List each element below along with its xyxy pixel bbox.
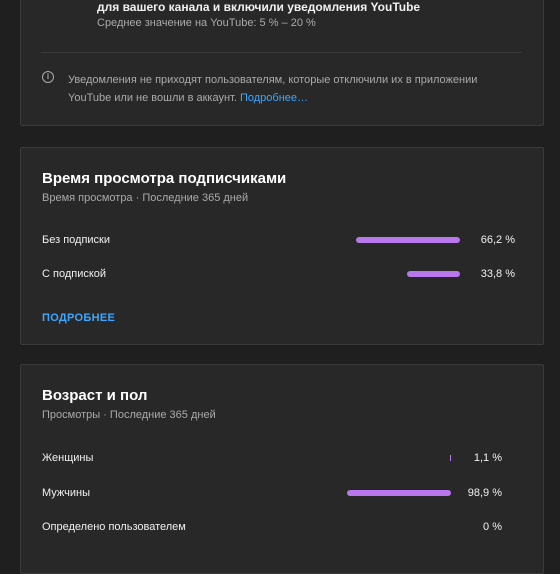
- value-female: 1,1 %: [473, 452, 502, 464]
- bar-subscribed: [407, 271, 460, 277]
- row-label-male: Мужчины: [42, 487, 91, 499]
- see-more-button[interactable]: ПОДРОБНЕЕ: [42, 312, 115, 324]
- card-subtitle: Просмотры · Последние 365 дней: [42, 409, 216, 421]
- age-gender-card: Возраст и пол Просмотры · Последние 365 …: [20, 364, 544, 574]
- row-label-female: Женщины: [42, 452, 94, 464]
- value-male: 98,9 %: [467, 487, 502, 499]
- notification-description: для вашего канала и включили уведомления…: [97, 0, 421, 14]
- bar-male: [347, 490, 451, 496]
- learn-more-link[interactable]: Подробнее…: [240, 92, 308, 104]
- value-non-subscribed: 66,2 %: [480, 234, 515, 246]
- value-subscribed: 33,8 %: [480, 268, 515, 280]
- bar-non-subscribed: [356, 237, 460, 243]
- info-icon: i: [42, 71, 54, 83]
- youtube-average-text: Среднее значение на YouTube: 5 % – 20 %: [97, 17, 316, 29]
- row-label-user-specified: Определено пользователем: [42, 521, 186, 533]
- divider: [41, 52, 522, 53]
- card-title: Время просмотра подписчиками: [42, 170, 287, 187]
- row-label-non-subscribed: Без подписки: [42, 234, 111, 246]
- subscriber-watch-time-card: Время просмотра подписчиками Время просм…: [20, 147, 544, 345]
- row-label-subscribed: С подпиской: [42, 268, 107, 280]
- value-user-specified: 0 %: [483, 521, 502, 533]
- card-title: Возраст и пол: [42, 387, 148, 404]
- info-text: Уведомления не приходят пользователям, к…: [68, 71, 508, 107]
- card-subtitle: Время просмотра · Последние 365 дней: [42, 192, 249, 204]
- bar-female: [450, 455, 451, 461]
